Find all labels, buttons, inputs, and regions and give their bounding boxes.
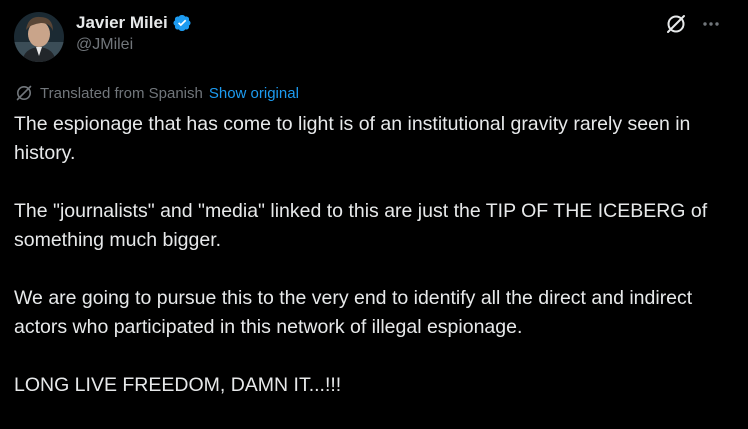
tweet-paragraph: We are going to pursue this to the very … [14,287,693,338]
tweet-paragraph: LONG LIVE FREEDOM, DAMN IT...!!! [14,374,342,396]
tweet-card: Javier Milei @JMilei Translated from Spa… [0,0,748,424]
tweet-paragraph: The "journalists" and "media" linked to … [14,200,708,251]
tweet-paragraph: The espionage that has come to light is … [14,113,691,164]
show-original-link[interactable]: Show original [209,85,299,102]
verified-badge-icon[interactable] [172,13,192,33]
user-handle[interactable]: @JMilei [76,36,192,54]
tweet-text: The espionage that has come to light is … [14,110,730,429]
grok-slash-icon[interactable] [664,12,688,36]
translation-notice: Translated from Spanish Show original [14,83,299,103]
display-name[interactable]: Javier Milei [76,13,168,33]
avatar-image [14,12,64,62]
name-row: Javier Milei [76,11,192,35]
translate-icon [14,83,34,103]
author-info: Javier Milei @JMilei [76,11,192,54]
more-dots-icon[interactable] [700,13,722,35]
header-actions [664,12,722,36]
translated-label: Translated from Spanish [40,84,203,102]
avatar[interactable] [14,12,64,62]
